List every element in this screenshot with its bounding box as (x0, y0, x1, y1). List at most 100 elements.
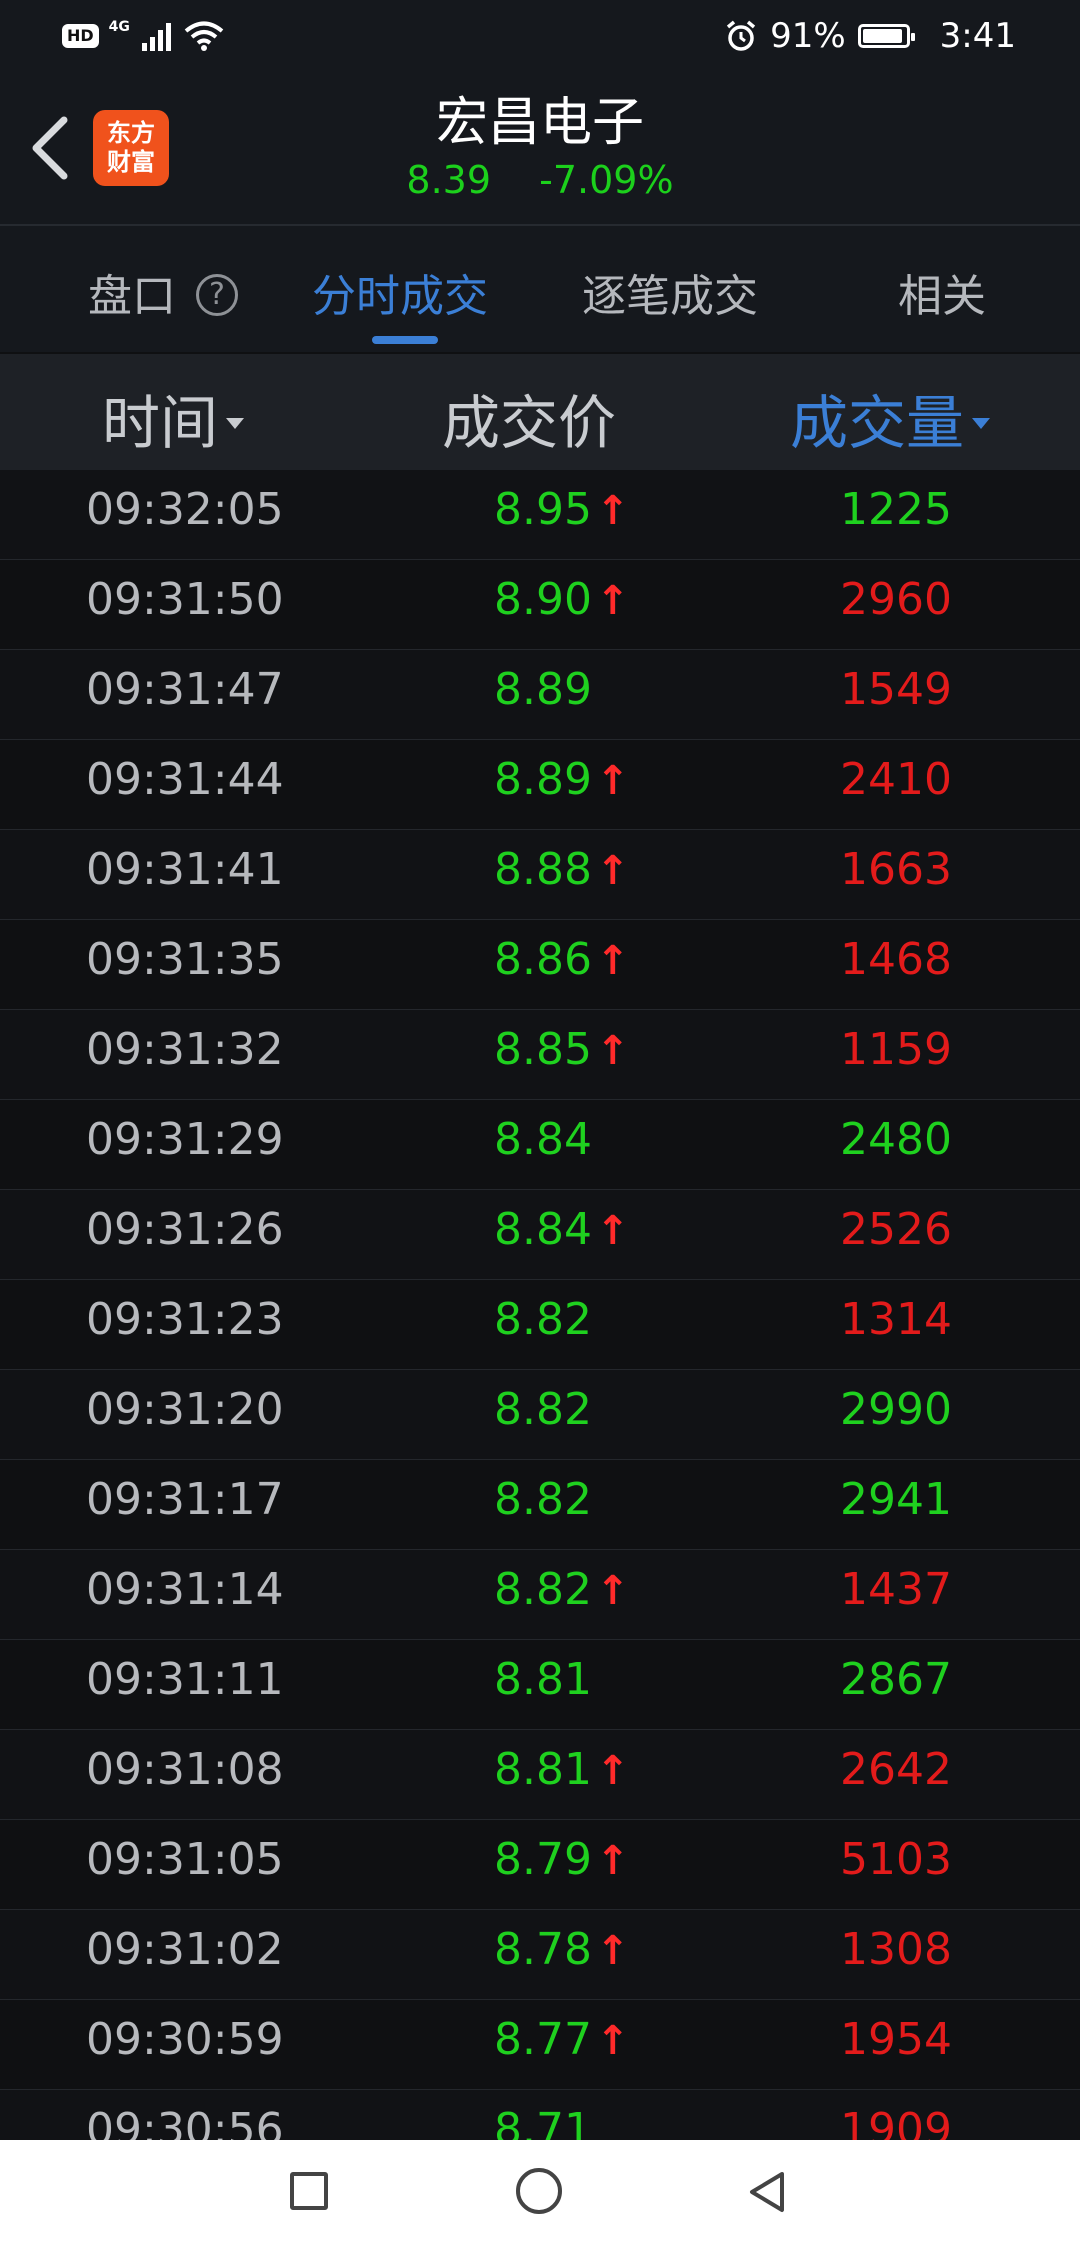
up-arrow-icon: ↑ (595, 758, 630, 804)
trade-row: 09:31:14 8.82 ↑ 1437 (0, 1550, 1080, 1640)
trade-time: 09:31:17 (86, 1474, 284, 1525)
trade-price: 8.88 ↑ (494, 844, 629, 895)
trade-volume: 2480 (840, 1114, 952, 1165)
trade-volume: 1954 (840, 2014, 952, 2065)
trade-time: 09:31:11 (86, 1654, 284, 1705)
trade-row: 09:31:44 8.89 ↑ 2410 (0, 740, 1080, 830)
trade-price: 8.89 (494, 664, 592, 715)
recent-apps-icon[interactable] (290, 2172, 328, 2210)
trade-row: 09:31:11 8.81 2867 (0, 1640, 1080, 1730)
status-left: HD 4G (62, 0, 224, 72)
status-bar: HD 4G 91% 3:41 (0, 0, 1080, 72)
trade-time: 09:31:47 (86, 664, 284, 715)
trade-price-value: 8.84 (494, 1204, 592, 1255)
trade-row: 09:31:32 8.85 ↑ 1159 (0, 1010, 1080, 1100)
trade-row: 09:31:35 8.86 ↑ 1468 (0, 920, 1080, 1010)
trade-price: 8.81 (494, 1654, 592, 1705)
trade-price-value: 8.85 (494, 1024, 592, 1075)
home-icon[interactable] (516, 2168, 562, 2214)
trade-volume: 2941 (840, 1474, 952, 1525)
trade-price-value: 8.82 (494, 1384, 592, 1435)
trade-volume: 1314 (840, 1294, 952, 1345)
active-tab-indicator (372, 336, 438, 344)
trade-row: 09:31:41 8.88 ↑ 1663 (0, 830, 1080, 920)
trade-row: 09:31:08 8.81 ↑ 2642 (0, 1730, 1080, 1820)
trade-time: 09:31:50 (86, 574, 284, 625)
trade-volume: 1308 (840, 1924, 952, 1975)
trade-price-value: 8.95 (494, 484, 592, 535)
column-time[interactable]: 时间 (102, 376, 245, 460)
tab-handicap[interactable]: 盘口? (88, 260, 238, 324)
trade-price-value: 8.84 (494, 1114, 592, 1165)
trade-time: 09:31:41 (86, 844, 284, 895)
trade-volume: 1549 (840, 664, 952, 715)
trade-list[interactable]: 09:32:05 8.95 ↑ 1225 09:31:50 8.90 ↑ 2960 09:31:… (0, 470, 1080, 2180)
trade-price: 8.95 ↑ (494, 484, 629, 535)
trade-price-value: 8.90 (494, 574, 592, 625)
trade-price: 8.79 ↑ (494, 1834, 629, 1885)
trade-row: 09:31:26 8.84 ↑ 2526 (0, 1190, 1080, 1280)
column-volume-label: 成交量 (790, 389, 965, 457)
trade-price-value: 8.88 (494, 844, 592, 895)
trade-price: 8.84 ↑ (494, 1204, 629, 1255)
trade-time: 09:31:14 (86, 1564, 284, 1615)
trade-time: 09:30:59 (86, 2014, 284, 2065)
trade-price: 8.77 ↑ (494, 2014, 629, 2065)
trade-price-value: 8.82 (494, 1564, 592, 1615)
trade-time: 09:31:44 (86, 754, 284, 805)
help-icon[interactable]: ? (196, 274, 238, 316)
system-nav-bar (0, 2140, 1080, 2244)
trade-row: 09:31:29 8.84 2480 (0, 1100, 1080, 1190)
up-arrow-icon: ↑ (595, 1208, 630, 1254)
clock: 3:41 (939, 16, 1016, 56)
trade-time: 09:31:29 (86, 1114, 284, 1165)
trade-time: 09:31:08 (86, 1744, 284, 1795)
trade-time: 09:31:32 (86, 1024, 284, 1075)
column-price: 成交价 (442, 376, 616, 460)
column-price-label: 成交价 (442, 389, 617, 457)
tab-tick-trades[interactable]: 逐笔成交 (582, 260, 758, 324)
trade-price: 8.89 ↑ (494, 754, 629, 805)
trade-price: 8.82 (494, 1474, 592, 1525)
tab-bar: 盘口? 分时成交 逐笔成交 相关 (0, 226, 1080, 352)
tab-related[interactable]: 相关 (898, 260, 986, 324)
status-right: 91% 3:41 (724, 0, 1016, 72)
stock-change-percent: -7.09% (539, 158, 674, 202)
trade-time: 09:31:20 (86, 1384, 284, 1435)
up-arrow-icon: ↑ (595, 1568, 630, 1614)
up-arrow-icon: ↑ (595, 848, 630, 894)
network-type: 4G (108, 19, 130, 35)
trade-volume: 2410 (840, 754, 952, 805)
sort-caret-icon (972, 418, 991, 430)
stock-name: 宏昌电子 (435, 93, 644, 153)
trade-price-value: 8.77 (494, 2014, 592, 2065)
tab-time-trades-label: 分时成交 (312, 271, 488, 322)
trade-volume: 1437 (840, 1564, 952, 1615)
trade-price: 8.86 ↑ (494, 934, 629, 985)
trade-time: 09:31:05 (86, 1834, 284, 1885)
tab-tick-trades-label: 逐笔成交 (582, 271, 758, 322)
nav-back-icon[interactable] (744, 2168, 792, 2216)
trade-price-value: 8.86 (494, 934, 592, 985)
trade-price: 8.81 ↑ (494, 1744, 629, 1795)
trade-price-value: 8.78 (494, 1924, 592, 1975)
trade-volume: 2990 (840, 1384, 952, 1435)
trade-price: 8.82 (494, 1384, 592, 1435)
trade-row: 09:31:17 8.82 2941 (0, 1460, 1080, 1550)
trade-time: 09:31:23 (86, 1294, 284, 1345)
column-volume[interactable]: 成交量 (790, 376, 991, 460)
trade-price: 8.84 (494, 1114, 592, 1165)
trade-price: 8.85 ↑ (494, 1024, 629, 1075)
trade-price-value: 8.79 (494, 1834, 592, 1885)
up-arrow-icon: ↑ (595, 2018, 630, 2064)
trade-price-value: 8.82 (494, 1294, 592, 1345)
trade-price: 8.82 (494, 1294, 592, 1345)
tab-time-trades[interactable]: 分时成交 (312, 260, 488, 324)
trade-volume: 1225 (840, 484, 952, 535)
trade-volume: 2960 (840, 574, 952, 625)
up-arrow-icon: ↑ (595, 1748, 630, 1794)
battery-icon (857, 24, 915, 48)
trade-price: 8.90 ↑ (494, 574, 629, 625)
trade-row: 09:31:50 8.90 ↑ 2960 (0, 560, 1080, 650)
trade-time: 09:31:26 (86, 1204, 284, 1255)
